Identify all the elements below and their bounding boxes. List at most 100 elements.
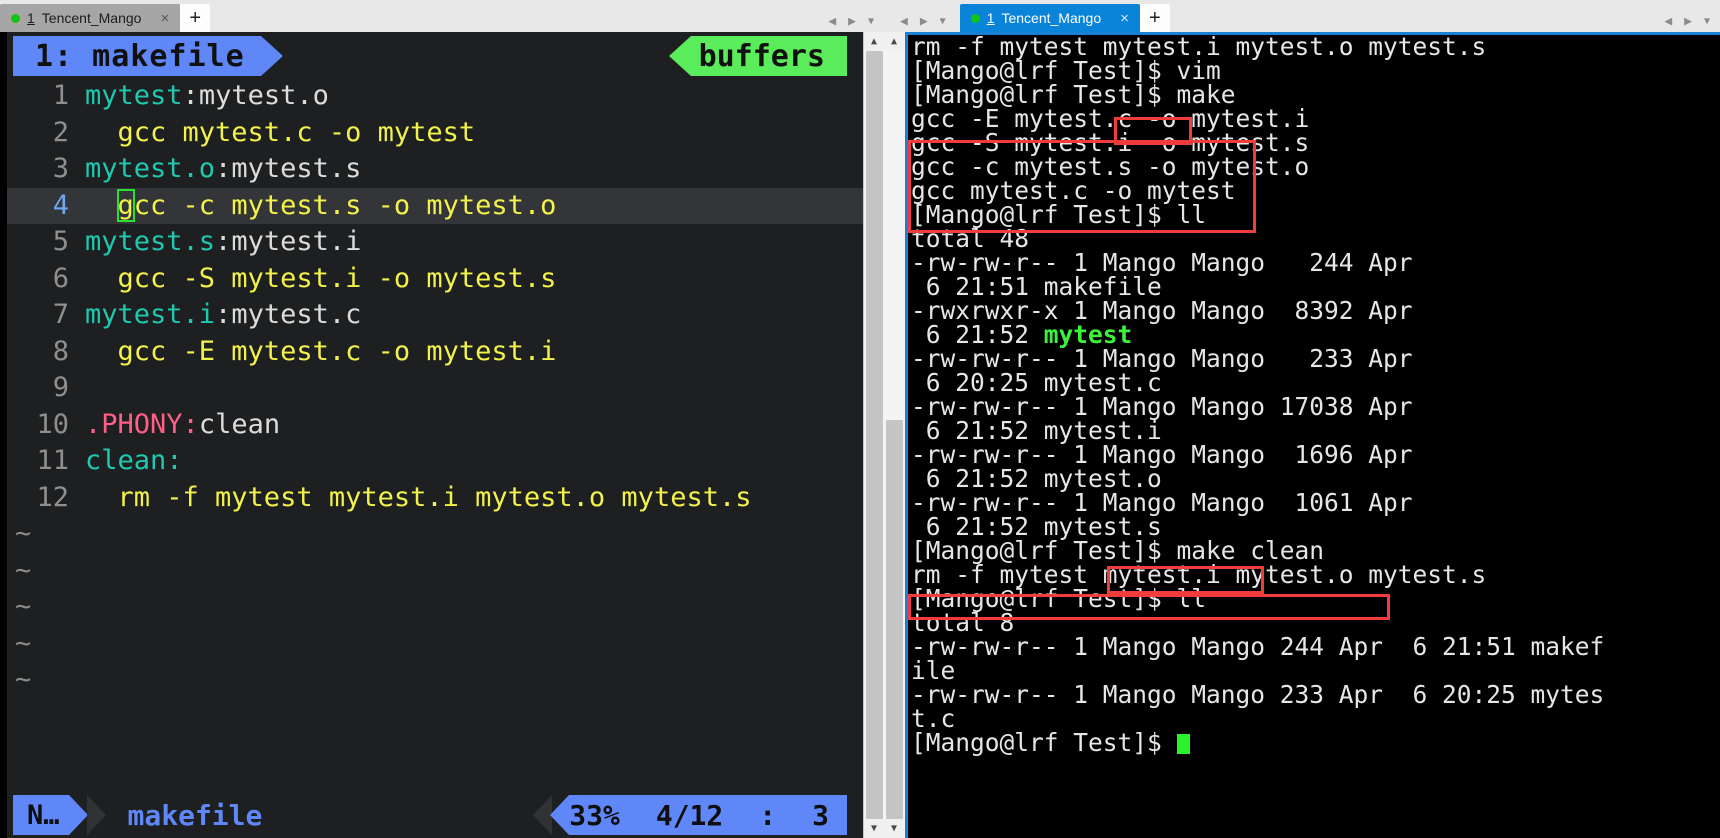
line-number: 4 [52,189,69,221]
connection-status-dot-icon [970,13,980,23]
chevron-down-icon[interactable]: ▼ [868,16,874,27]
scroll-down-icon[interactable]: ▼ [863,819,884,838]
line-content: mytest.s:mytest.i [85,224,361,261]
terminal-output[interactable]: rm -f mytest mytest.i mytest.o mytest.s[… [905,32,1720,838]
connection-status-dot-icon [11,13,20,23]
code-token: : [215,226,232,257]
vim-tabline: 1: makefile buffers [7,32,863,78]
terminal-scrollbar[interactable]: ▲ ▼ [884,32,905,838]
terminal-scrollbar-thumb[interactable] [885,419,903,819]
scroll-tabs-left-icon[interactable]: ◀ [900,15,908,28]
code-token: gcc mytest.c -o mytest [85,116,476,148]
vim-editor[interactable]: 1: makefile buffers 1 mytest:mytest.o 2 gc… [0,32,884,838]
terminal-scrollbar-track[interactable] [884,51,905,819]
line-number: 3 [52,153,69,184]
terminal-container: ▲ ▼ rm -f mytest mytest.i mytest.o mytes… [884,32,1720,838]
code-line[interactable]: 10 .PHONY:clean [7,407,863,444]
code-line[interactable]: 3 mytest.o:mytest.s [7,151,863,188]
code-line[interactable]: 1 mytest:mytest.o [7,78,863,115]
line-number: 5 [52,226,69,257]
empty-line-marker: ~ [7,516,863,553]
line-content: gcc -c mytest.s -o mytest.o [85,188,556,225]
shell-prompt: [Mango@lrf Test]$ [911,728,1177,757]
scroll-tabs-left-icon[interactable]: ◀ [1664,15,1672,28]
code-token: : [166,445,183,476]
code-token: : [215,153,232,184]
code-token: .PHONY [85,408,183,440]
code-token: mytest.c [231,299,362,330]
code-line[interactable]: 11 clean: [7,443,863,480]
vim-position-info: 33% 4/12 : 3 [569,795,847,835]
code-line[interactable]: 4 gcc -c mytest.s -o mytest.o [7,187,863,225]
code-line[interactable]: 9 [7,370,863,407]
scroll-up-icon[interactable]: ▲ [863,32,884,51]
right-tab-nav-controls-trailing: ◀ ▶ ▼ [1664,15,1720,32]
code-token: rm -f mytest mytest.i mytest.o mytest.s [85,481,752,513]
chevron-down-icon[interactable]: ▼ [940,16,946,27]
code-token: mytest.i [231,226,362,257]
left-panel-scrollbar[interactable]: ▲ ▼ [863,32,884,838]
code-token: mytest.i [85,299,216,330]
vim-viewport: 1: makefile buffers 1 mytest:mytest.o 2 gc… [7,32,863,838]
line-number: 9 [52,372,69,403]
code-line[interactable]: 12 rm -f mytest mytest.i mytest.o mytest… [7,480,863,517]
new-tab-button[interactable]: + [1139,4,1170,32]
scroll-tabs-left-icon[interactable]: ◀ [828,15,836,28]
line-number: 8 [52,335,69,367]
code-token: mytest.s [85,226,216,257]
close-icon[interactable]: × [1118,11,1131,26]
code-line[interactable]: 6 gcc -S mytest.i -o mytest.s [7,261,863,298]
left-scrollbar-track[interactable] [863,51,884,819]
code-token: mytest.s [231,153,362,184]
scroll-up-icon[interactable]: ▲ [884,32,905,51]
scroll-tabs-right-icon[interactable]: ▶ [848,15,856,28]
left-scrollbar-thumb[interactable] [865,51,883,819]
line-number: 7 [52,299,69,330]
tilde-icon: ~ [15,664,32,695]
scroll-tabs-right-icon[interactable]: ▶ [1684,15,1692,28]
terminal-line: [Mango@lrf Test]$ [911,728,1720,757]
vim-buffer-name: 1: makefile [13,36,261,76]
scroll-down-icon[interactable]: ▼ [884,819,905,838]
code-line[interactable]: 5 mytest.s:mytest.i [7,224,863,261]
line-number: 1 [52,80,69,111]
line-content: rm -f mytest mytest.i mytest.o mytest.s [85,480,752,517]
empty-line-marker: ~ [7,553,863,590]
line-content: gcc mytest.c -o mytest [85,115,476,152]
vim-position-colon: : [759,798,777,832]
close-icon[interactable]: × [158,11,171,26]
right-tab-bar: ◀ ▶ ▼ 1 Tencent_Mango × + ◀ ▶ ▼ [884,0,1720,32]
code-token: : [182,80,199,111]
powerline-arrow-separator-icon [86,795,106,835]
scroll-tabs-right-icon[interactable]: ▶ [920,15,928,28]
code-token: gcc -E mytest.c -o mytest.i [85,335,557,367]
right-session-tab[interactable]: 1 Tencent_Mango × [959,4,1140,32]
chevron-down-icon[interactable]: ▼ [1704,16,1710,27]
code-token: : [182,408,199,440]
code-line[interactable]: 2 gcc mytest.c -o mytest [7,115,863,152]
terminal-app-window: 1 Tencent_Mango × + ◀ ▶ ▼ 1: makefile bu… [0,0,1720,838]
code-line[interactable]: 7 mytest.i:mytest.c [7,297,863,334]
vim-code-area[interactable]: 1 mytest:mytest.o 2 gcc mytest.c -o mytest… [7,78,863,792]
empty-line-marker: ~ [7,589,863,626]
empty-line-marker: ~ [7,662,863,699]
line-content: mytest.o:mytest.s [85,151,361,188]
line-number: 6 [52,262,69,294]
vim-buffers-label[interactable]: buffers [668,36,847,76]
vim-scroll-percent: 33% [569,798,620,832]
right-panel: ◀ ▶ ▼ 1 Tencent_Mango × + ◀ ▶ ▼ ▲ ▼ rm -… [884,0,1720,838]
powerline-arrow-left-icon [550,795,570,835]
vim-line-position: 4/12 [655,798,724,832]
powerline-arrow-icon [68,795,88,835]
right-tab-title: Tencent_Mango [1001,10,1102,26]
code-token: clean [198,408,281,440]
vim-status-right: 33% 4/12 : 3 [533,795,847,835]
code-token: clean [85,445,167,476]
code-line[interactable]: 8 gcc -E mytest.c -o mytest.i [7,334,863,371]
code-token: mytest.o [198,80,329,111]
line-content: .PHONY:clean [85,407,280,444]
code-token: cc -c mytest.s -o mytest.o [133,189,557,221]
vim-buffer-label[interactable]: 1: makefile [13,36,283,76]
new-tab-button[interactable]: + [180,4,211,32]
left-session-tab[interactable]: 1 Tencent_Mango × [0,4,181,32]
